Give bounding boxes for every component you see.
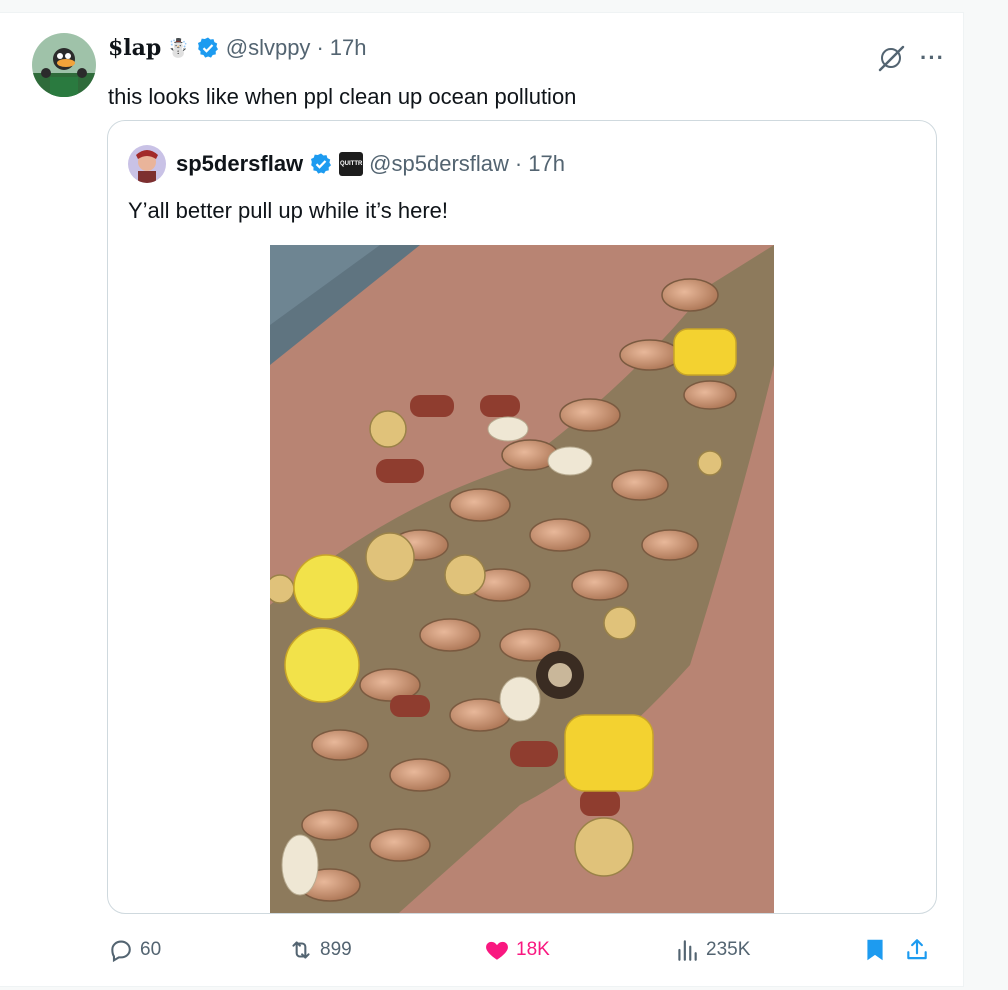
bookmark-button[interactable] xyxy=(862,937,888,963)
views-count: 235K xyxy=(706,939,751,960)
quoted-display-name[interactable]: sp5dersflaw xyxy=(176,151,303,177)
separator-dot: · xyxy=(316,35,324,60)
like-button[interactable]: 18K xyxy=(484,937,550,963)
tweet-card[interactable]: $lap ☃️ @slvppy · 17h ··· this looks lik… xyxy=(0,12,964,987)
header-icons: ··· xyxy=(876,43,945,73)
like-count: 18K xyxy=(516,939,550,960)
retweet-icon xyxy=(292,941,310,959)
tweet-text: this looks like when ppl clean up ocean … xyxy=(108,84,577,109)
affiliate-badge[interactable]: QUITTR xyxy=(339,152,364,176)
bookmark-filled-icon xyxy=(867,939,883,961)
quoted-timestamp[interactable]: 17h xyxy=(528,151,565,177)
affiliate-badge-label: QUITTR xyxy=(340,161,363,167)
share-button[interactable] xyxy=(904,937,930,963)
avatar[interactable] xyxy=(32,33,96,97)
quoted-separator-dot: · xyxy=(514,151,523,176)
quoted-avatar[interactable] xyxy=(128,145,166,183)
quoted-tweet-photo[interactable] xyxy=(270,245,774,913)
retweet-count: 899 xyxy=(320,939,352,960)
seafood-boil-photo xyxy=(270,245,774,913)
reply-count: 60 xyxy=(140,939,162,960)
snowman-emoji-icon: ☃️ xyxy=(167,37,190,58)
quoted-tweet-header: sp5dersflaw QUITTR @sp5dersflaw · 17h xyxy=(128,145,565,183)
heart-filled-icon xyxy=(486,941,508,960)
retweet-button[interactable]: 899 xyxy=(288,937,352,963)
more-options-icon[interactable]: ··· xyxy=(920,47,945,69)
quoted-tweet[interactable]: sp5dersflaw QUITTR @sp5dersflaw · 17h Y’… xyxy=(107,120,937,914)
quoted-tweet-text: Y’all better pull up while it’s here! xyxy=(128,198,448,223)
views-chart-icon xyxy=(678,940,697,961)
views-button[interactable]: 235K xyxy=(674,937,750,963)
share-icon xyxy=(907,939,927,960)
action-bar: 60 899 18K 235K xyxy=(108,933,938,969)
reply-button[interactable]: 60 xyxy=(108,937,161,963)
handle[interactable]: @slvppy xyxy=(226,35,311,61)
verified-badge-icon xyxy=(197,37,218,58)
quoted-handle[interactable]: @sp5dersflaw xyxy=(369,151,509,177)
display-name[interactable]: $lap xyxy=(108,35,161,61)
grok-icon[interactable] xyxy=(876,43,906,73)
timestamp[interactable]: 17h xyxy=(330,35,367,61)
tweet-header: $lap ☃️ @slvppy · 17h xyxy=(108,35,366,61)
reply-icon xyxy=(111,940,131,963)
quoted-verified-badge-icon xyxy=(311,153,332,174)
